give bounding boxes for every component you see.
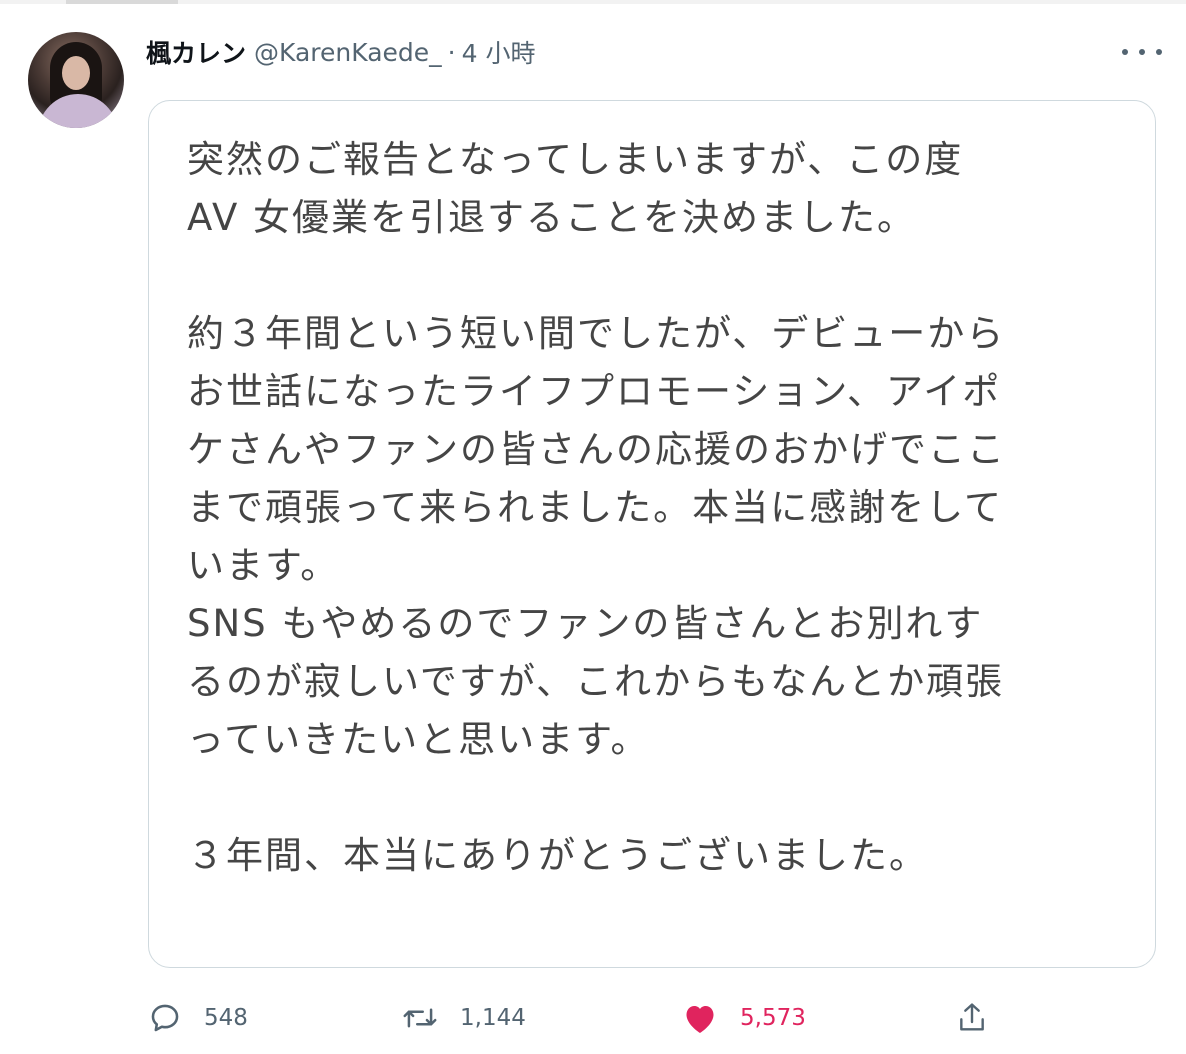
text-line: 約３年間という短い間でしたが、デビューから — [187, 312, 1006, 355]
text-line: 突然のご報告となってしまいますが、この度 — [187, 138, 964, 181]
heart-icon — [682, 1001, 718, 1035]
avatar[interactable] — [28, 32, 124, 128]
text-line: ３年間、本当にありがとうございました。 — [187, 834, 928, 877]
tweet-actions: 548 1,144 5,573 — [148, 996, 1008, 1040]
share-button[interactable] — [956, 996, 988, 1040]
reply-icon — [148, 1001, 182, 1035]
text-line: お世話になったライフプロモーション、アイポ — [187, 370, 1002, 413]
tweet-header: 楓カレン @KarenKaede_ · 4 小時 — [146, 34, 535, 70]
tweet-image-card[interactable]: 突然のご報告となってしまいますが、この度 AV 女優業を引退することを決めました… — [148, 100, 1156, 968]
share-icon — [956, 1000, 988, 1036]
reply-count: 548 — [204, 1005, 248, 1031]
text-line: ケさんやファンの皆さんの応援のおかげでここ — [187, 428, 1006, 471]
announcement-text: 突然のご報告となってしまいますが、この度 AV 女優業を引退することを決めました… — [187, 131, 1147, 885]
retweet-count: 1,144 — [460, 1005, 526, 1031]
text-line: るのが寂しいですが、これからもなんとか頑張 — [187, 660, 1005, 703]
text-line: っていきたいと思います。 — [187, 718, 650, 761]
more-options-icon[interactable] — [1122, 40, 1162, 64]
display-name[interactable]: 楓カレン — [146, 34, 246, 70]
retweet-icon — [402, 1001, 438, 1035]
like-button[interactable]: 5,573 — [682, 996, 806, 1040]
text-line: まで頑張って来られました。本当に感謝をして — [187, 486, 1004, 529]
user-handle[interactable]: @KarenKaede_ — [254, 38, 442, 67]
top-divider-accent — [66, 0, 178, 4]
text-line: SNS もやめるのでファンの皆さんとお別れす — [187, 602, 984, 645]
separator-dot: · — [447, 37, 456, 67]
timestamp[interactable]: 4 小時 — [462, 34, 536, 70]
reply-button[interactable]: 548 — [148, 996, 248, 1040]
text-line: AV 女優業を引退することを決めました。 — [187, 196, 917, 239]
like-count: 5,573 — [740, 1005, 806, 1031]
text-line: います。 — [187, 544, 340, 587]
retweet-button[interactable]: 1,144 — [402, 996, 526, 1040]
